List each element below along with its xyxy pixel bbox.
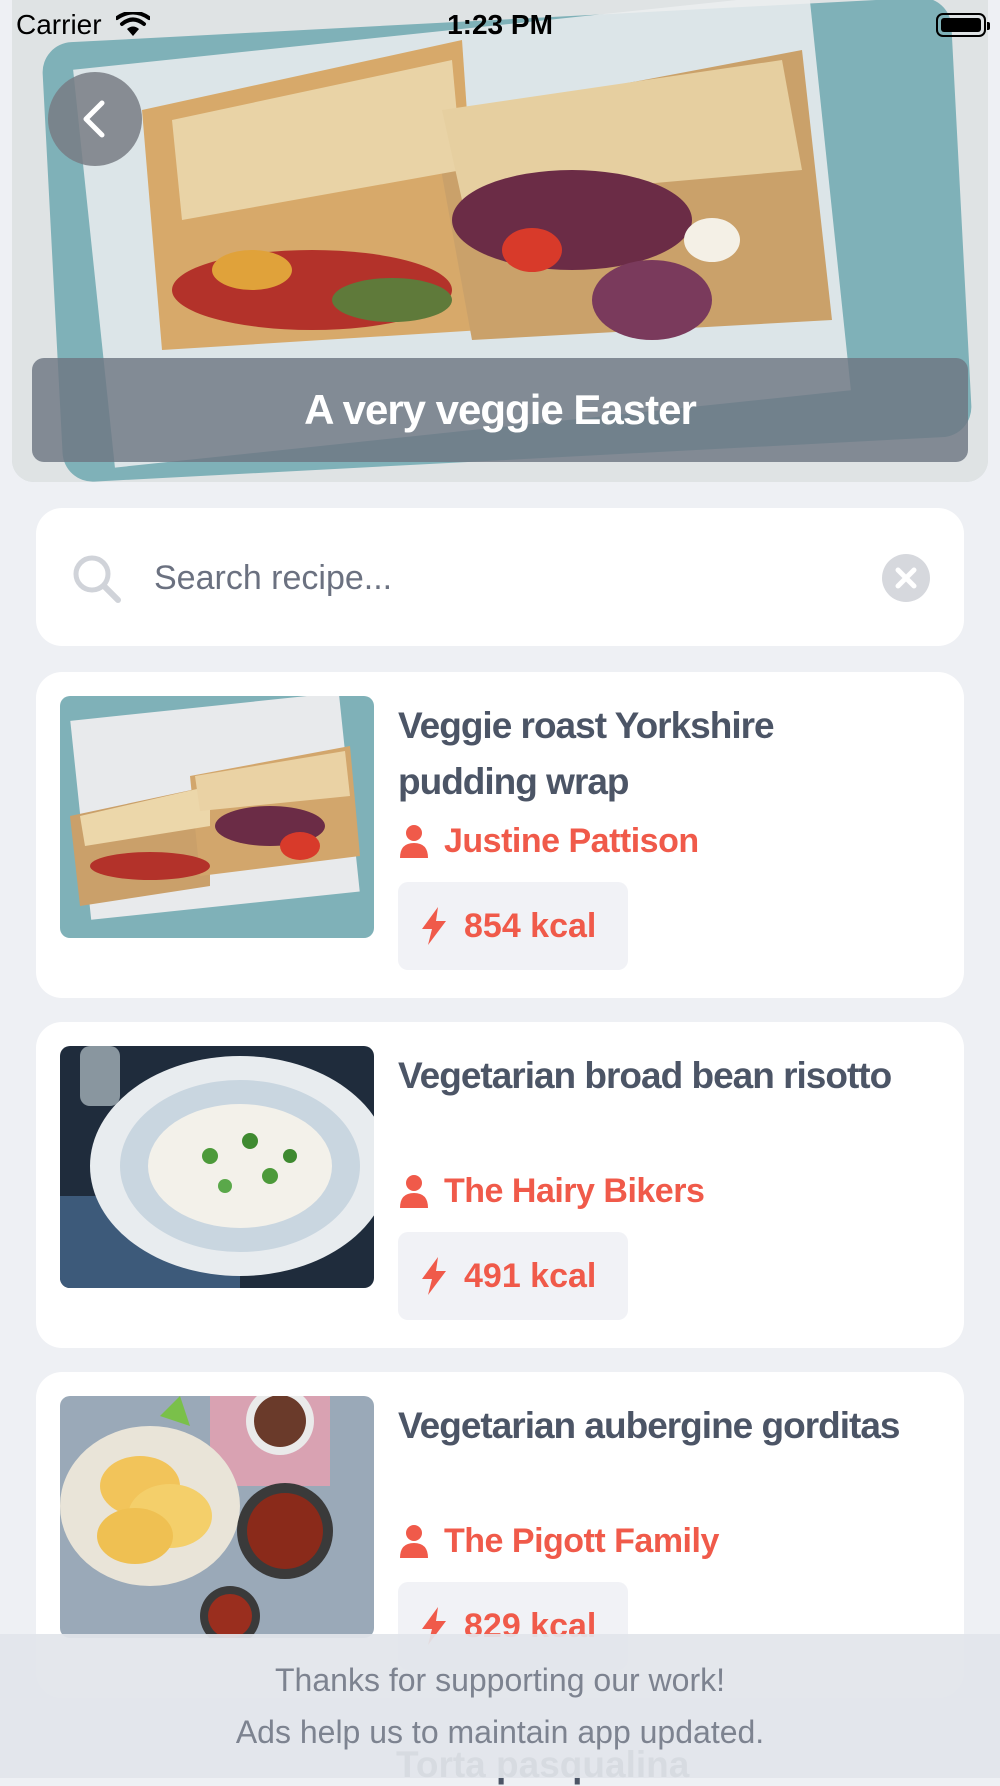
- chevron-left-icon: [83, 100, 105, 138]
- ad-line-2: Ads help us to maintain app updated.: [235, 1714, 765, 1750]
- recipe-image: [60, 696, 374, 938]
- search-bar: [36, 508, 964, 646]
- back-button[interactable]: [48, 72, 142, 166]
- kcal-badge: 491 kcal: [398, 1232, 629, 1320]
- kcal-value: 491 kcal: [464, 1256, 597, 1295]
- recipe-title: Veggie roast Yorkshire pudding wrap: [398, 705, 775, 802]
- ad-banner: Thanks for supporting our work! Ads help…: [0, 1634, 1000, 1778]
- hero-title-bar: A very veggie Easter: [32, 358, 968, 462]
- search-icon: [73, 555, 121, 603]
- status-bar: Carrier 1:23 PM: [0, 0, 1000, 50]
- person-icon: [400, 1174, 428, 1208]
- clear-circle-icon[interactable]: [882, 554, 930, 602]
- wifi-icon: [115, 12, 150, 36]
- recipe-card[interactable]: Veggie roast Yorkshire pudding wrap Just…: [36, 672, 964, 998]
- lightning-icon: [422, 1257, 446, 1295]
- lightning-icon: [422, 907, 446, 945]
- page-title: A very veggie Easter: [304, 386, 697, 433]
- recipe-author: Justine Pattison: [398, 822, 699, 861]
- person-icon: [400, 1524, 428, 1558]
- hero-banner: A very veggie Easter: [12, 0, 988, 482]
- author-name: The Pigott Family: [444, 1522, 719, 1560]
- kcal-badge: 854 kcal: [398, 882, 629, 970]
- battery-icon: [936, 13, 990, 37]
- status-left: Carrier: [16, 9, 150, 41]
- recipe-title: Vegetarian aubergine gorditas: [398, 1405, 900, 1446]
- author-name: Justine Pattison: [444, 822, 699, 860]
- recipe-image: [60, 1046, 374, 1288]
- carrier-label: Carrier: [16, 9, 102, 40]
- author-name: The Hairy Bikers: [444, 1172, 705, 1210]
- person-icon: [400, 824, 428, 858]
- recipe-author: The Hairy Bikers: [398, 1172, 705, 1211]
- recipe-title: Vegetarian broad bean risotto: [398, 1055, 892, 1096]
- recipe-author: The Pigott Family: [398, 1522, 719, 1561]
- status-time: 1:23 PM: [447, 9, 553, 40]
- recipe-card[interactable]: Vegetarian broad bean risotto The Hairy …: [36, 1022, 964, 1348]
- recipe-image: [60, 1396, 374, 1638]
- search-input[interactable]: [152, 548, 876, 608]
- ad-line-1: Thanks for supporting our work!: [275, 1662, 725, 1698]
- kcal-value: 854 kcal: [464, 906, 597, 945]
